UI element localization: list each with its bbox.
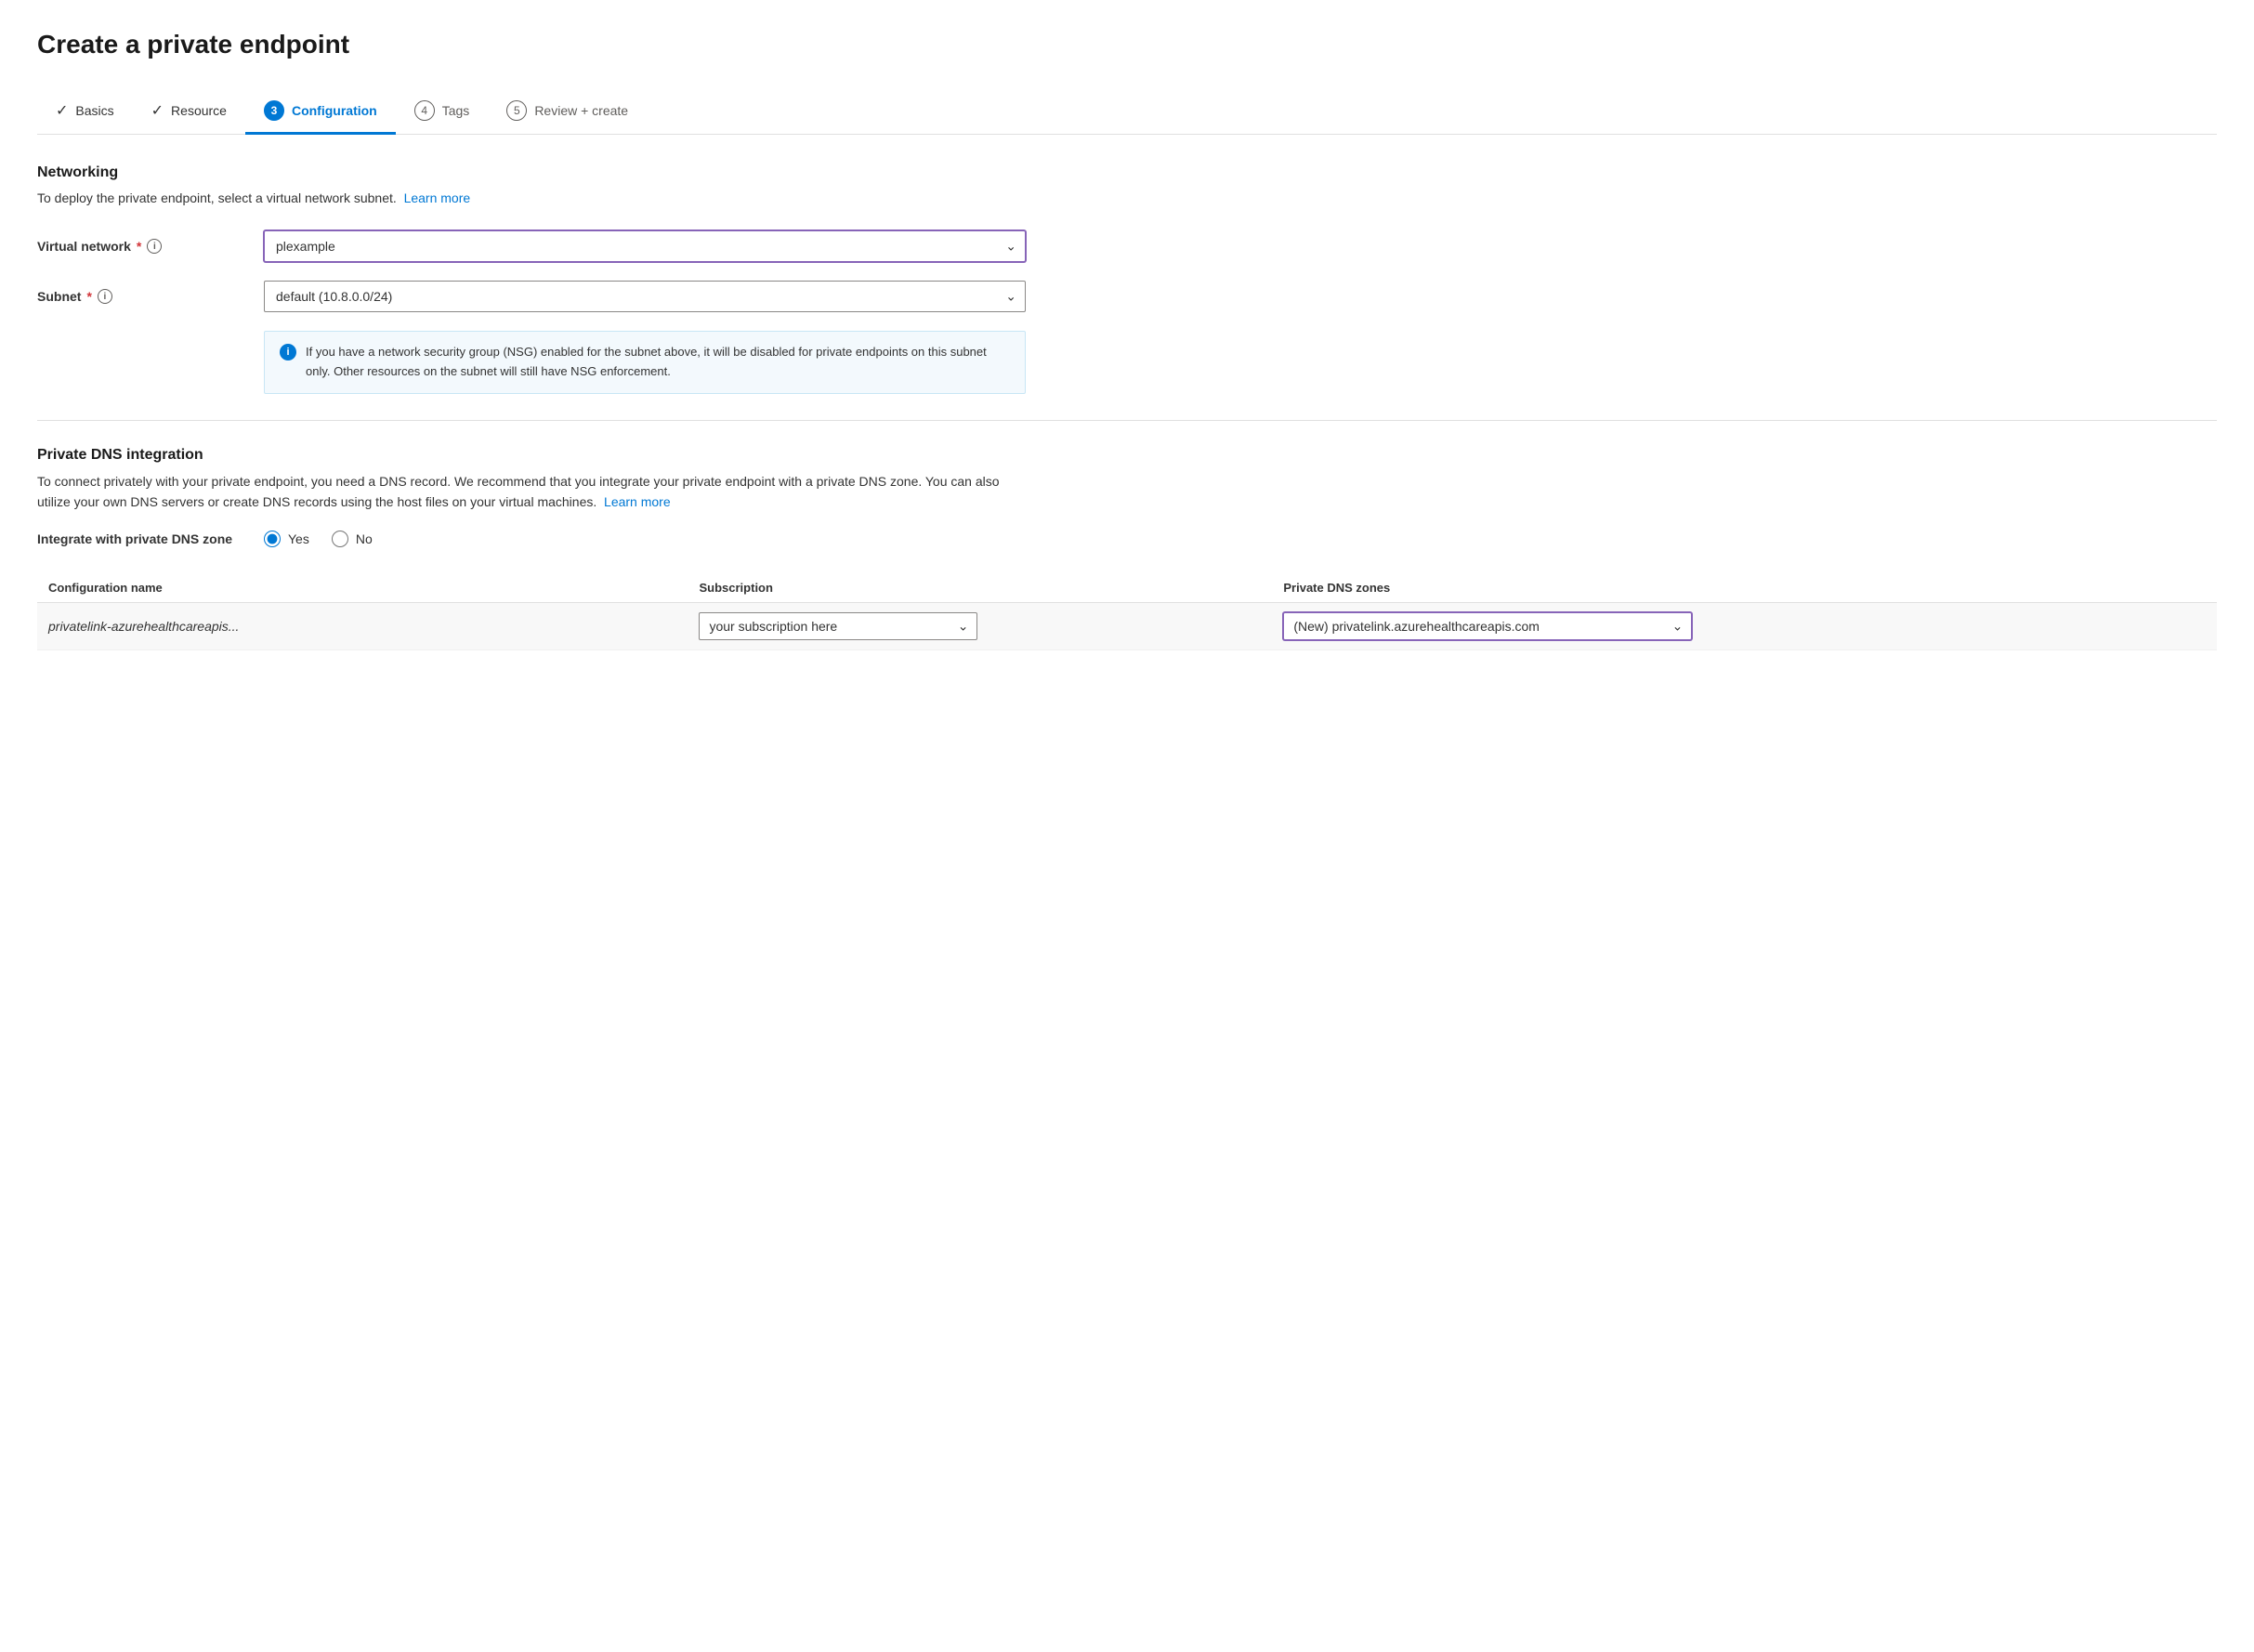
tab-resource[interactable]: ✓ Resource [133, 90, 245, 134]
radio-yes-label: Yes [288, 531, 309, 546]
tab-resource-label: Resource [171, 103, 227, 118]
virtual-network-row: Virtual network * i plexample ⌄ [37, 230, 2217, 262]
section-divider [37, 420, 2217, 421]
dns-table-body: privatelink-azurehealthcareapis... your … [37, 603, 2217, 650]
tab-basics[interactable]: ✓ Basics [37, 90, 133, 134]
subnet-label: Subnet * i [37, 289, 242, 304]
dns-zone-select-wrapper: (New) privatelink.azurehealthcareapis.co… [1283, 612, 1692, 640]
step-circle-tags: 4 [414, 100, 435, 121]
subnet-select[interactable]: default (10.8.0.0/24) [264, 281, 1026, 312]
dns-table-head: Configuration name Subscription Private … [37, 573, 2217, 603]
integrate-dns-label: Integrate with private DNS zone [37, 531, 242, 546]
virtual-network-label: Virtual network * i [37, 239, 242, 254]
integrate-dns-radio-group: Yes No [264, 531, 373, 547]
radio-no-label: No [356, 531, 373, 546]
nsg-info-box: i If you have a network security group (… [264, 331, 1026, 394]
radio-yes-input[interactable] [264, 531, 281, 547]
dns-zone-select[interactable]: (New) privatelink.azurehealthcareapis.co… [1283, 612, 1692, 640]
dns-learn-more[interactable]: Learn more [604, 494, 671, 509]
virtual-network-select[interactable]: plexample [264, 230, 1026, 262]
tab-review-label: Review + create [534, 103, 628, 118]
dns-section: Private DNS integration To connect priva… [37, 447, 2217, 651]
check-icon-basics: ✓ [56, 101, 68, 120]
subnet-required-star: * [86, 289, 91, 304]
tab-configuration[interactable]: 3 Configuration [245, 89, 396, 135]
dns-col-dns-zones: Private DNS zones [1272, 573, 2217, 603]
networking-section-desc: To deploy the private endpoint, select a… [37, 189, 2217, 208]
radio-no-input[interactable] [332, 531, 348, 547]
subscription-select[interactable]: your subscription here [699, 612, 977, 640]
dns-table: Configuration name Subscription Private … [37, 573, 2217, 650]
tab-basics-label: Basics [75, 103, 113, 118]
networking-learn-more[interactable]: Learn more [404, 190, 471, 205]
step-circle-review: 5 [506, 100, 527, 121]
dns-section-title: Private DNS integration [37, 447, 2217, 464]
subscription-select-wrapper: your subscription here ⌄ [699, 612, 977, 640]
subnet-row: Subnet * i default (10.8.0.0/24) ⌄ [37, 281, 2217, 312]
vnet-info-icon[interactable]: i [147, 239, 162, 254]
virtual-network-select-wrapper: plexample ⌄ [264, 230, 1026, 262]
networking-section-title: Networking [37, 164, 2217, 181]
nsg-info-icon: i [280, 344, 296, 361]
networking-section: Networking To deploy the private endpoin… [37, 164, 2217, 394]
tab-tags[interactable]: 4 Tags [396, 89, 489, 135]
wizard-tabs: ✓ Basics ✓ Resource 3 Configuration 4 Ta… [37, 89, 2217, 135]
dns-section-desc: To connect privately with your private e… [37, 471, 1022, 513]
tab-review[interactable]: 5 Review + create [488, 89, 647, 135]
nsg-info-text: If you have a network security group (NS… [306, 343, 1010, 382]
dns-zone-cell: (New) privatelink.azurehealthcareapis.co… [1272, 603, 2217, 650]
radio-no-option[interactable]: No [332, 531, 373, 547]
dns-col-config-name: Configuration name [37, 573, 688, 603]
radio-yes-option[interactable]: Yes [264, 531, 309, 547]
integrate-dns-row: Integrate with private DNS zone Yes No [37, 531, 2217, 547]
config-name-cell: privatelink-azurehealthcareapis... [37, 603, 688, 650]
tab-tags-label: Tags [442, 103, 470, 118]
vnet-required-star: * [137, 239, 141, 254]
page-title: Create a private endpoint [37, 30, 2217, 59]
subscription-cell: your subscription here ⌄ [688, 603, 1272, 650]
dns-col-subscription: Subscription [688, 573, 1272, 603]
step-circle-configuration: 3 [264, 100, 284, 121]
table-row: privatelink-azurehealthcareapis... your … [37, 603, 2217, 650]
subnet-select-wrapper: default (10.8.0.0/24) ⌄ [264, 281, 1026, 312]
check-icon-resource: ✓ [151, 101, 164, 120]
subnet-info-icon[interactable]: i [98, 289, 112, 304]
tab-configuration-label: Configuration [292, 103, 377, 118]
